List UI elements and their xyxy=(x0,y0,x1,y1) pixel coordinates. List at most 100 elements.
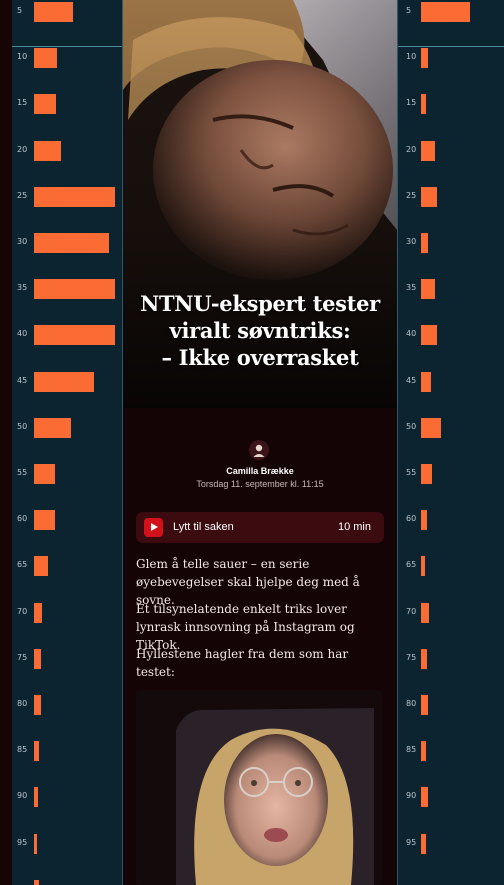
bar-label: 45 xyxy=(406,375,417,385)
bar-label: 15 xyxy=(17,98,28,108)
bar-row: 75 xyxy=(398,648,504,669)
bar-row: 60 xyxy=(12,510,122,531)
bar xyxy=(34,94,56,115)
bar-label: 85 xyxy=(17,745,28,755)
bar-label: 45 xyxy=(17,375,28,385)
bar xyxy=(34,510,55,531)
bar xyxy=(421,140,435,161)
bar-label: 40 xyxy=(17,329,28,339)
bar-row: 80 xyxy=(398,695,504,715)
bar-row: 50 xyxy=(398,417,504,438)
bar-label: 20 xyxy=(406,144,417,154)
bar-label: 60 xyxy=(17,514,28,524)
bar-label: 20 xyxy=(17,144,28,154)
bar-label: 30 xyxy=(406,237,417,246)
bar-row: 45 xyxy=(12,371,122,392)
bar xyxy=(421,371,431,392)
bar-label: 75 xyxy=(17,652,28,662)
bar-row: 15 xyxy=(398,94,504,115)
bar xyxy=(421,186,437,207)
bar-row: 20 xyxy=(12,140,122,161)
bar-label: 35 xyxy=(17,283,28,293)
bar-row: 5 xyxy=(12,2,122,22)
bar xyxy=(421,833,426,854)
bar-label: 5 xyxy=(406,6,412,15)
left-bar-panel: 5 10 15 20 25 30 35 40 45 50 55 60 65 70 75 80 85 90 95 100 xyxy=(12,0,123,885)
article-headline[interactable]: NTNU-ekspert tester viralt søvntriks: – … xyxy=(131,290,389,371)
bar-row: 25 xyxy=(12,186,122,207)
bar-label: 80 xyxy=(406,699,417,708)
bar xyxy=(421,464,432,484)
bar-row: 30 xyxy=(12,233,122,253)
bar-row: 60 xyxy=(398,510,504,531)
bar xyxy=(34,695,41,715)
bar-label: 35 xyxy=(406,283,417,293)
bar-label: 65 xyxy=(406,560,417,570)
bar xyxy=(34,2,73,22)
bar-row: 50 xyxy=(12,417,122,438)
bar xyxy=(34,279,115,300)
listen-label: Lytt til saken xyxy=(173,521,234,533)
bar-row: 40 xyxy=(12,325,122,346)
bar-label: 30 xyxy=(17,237,28,246)
bar-label: 5 xyxy=(17,6,23,15)
play-icon xyxy=(144,518,163,537)
bar xyxy=(34,741,39,762)
bar-label: 95 xyxy=(406,837,417,847)
bar-label: 90 xyxy=(406,791,417,801)
bar-label: 40 xyxy=(406,329,417,339)
bar-label: 50 xyxy=(17,421,28,431)
panel-divider-line xyxy=(398,46,504,47)
bar-label: 90 xyxy=(17,791,28,801)
bar-label: 70 xyxy=(17,606,28,616)
bar-label: 75 xyxy=(406,652,417,662)
bar xyxy=(34,833,37,854)
bar-label: 25 xyxy=(17,190,28,200)
bar xyxy=(421,279,435,300)
bar xyxy=(34,48,57,69)
bar-label: 10 xyxy=(17,52,28,62)
bar-row: 45 xyxy=(398,371,504,392)
bar-row: 75 xyxy=(12,648,122,669)
bar xyxy=(34,417,71,438)
bar-row: 30 xyxy=(398,233,504,253)
avatar-icon xyxy=(249,440,269,460)
bar-label: 70 xyxy=(406,606,417,616)
bar-row: 5 xyxy=(398,2,504,22)
author-avatar[interactable] xyxy=(249,440,269,460)
bar-row: 65 xyxy=(398,556,504,577)
bar-row: 10 xyxy=(398,48,504,69)
bar-row: 25 xyxy=(398,186,504,207)
bar-row: 85 xyxy=(12,741,122,762)
headline-line: NTNU-ekspert tester xyxy=(140,291,380,316)
author-name[interactable]: Camilla Brække xyxy=(123,466,397,476)
bar xyxy=(421,325,437,346)
bar-label: 10 xyxy=(406,52,417,62)
bar xyxy=(421,648,427,669)
bar xyxy=(34,233,109,253)
woman-video-frame xyxy=(136,690,382,885)
bar-row: 35 xyxy=(12,279,122,300)
bar xyxy=(421,2,470,22)
publish-date: Torsdag 11. september kl. 11:15 xyxy=(196,479,324,489)
bar-row: 70 xyxy=(12,602,122,623)
bar-row: 35 xyxy=(398,279,504,300)
bar-row: 15 xyxy=(12,94,122,115)
bar-row: 65 xyxy=(12,556,122,577)
listen-duration: 10 min xyxy=(337,521,371,533)
right-bar-panel: 5 10 15 20 25 30 35 40 45 50 55 60 65 70 75 80 85 90 95 xyxy=(397,0,504,885)
article-column: NTNU-ekspert tester viralt søvntriks: – … xyxy=(123,0,397,885)
bar-row: 20 xyxy=(398,140,504,161)
headline-line: viralt søvntriks: xyxy=(169,318,351,343)
bar-row: 10 xyxy=(12,48,122,69)
listen-button[interactable]: Lytt til saken 10 min xyxy=(136,512,384,543)
bar xyxy=(34,186,115,207)
bar-label: 50 xyxy=(406,421,417,431)
bar-row: 95 xyxy=(398,833,504,854)
bar-label: 60 xyxy=(406,514,417,524)
embedded-video[interactable] xyxy=(136,690,382,885)
hero-image[interactable]: NTNU-ekspert tester viralt søvntriks: – … xyxy=(123,0,397,408)
bar xyxy=(421,787,428,808)
bar-label: 25 xyxy=(406,190,417,200)
bar xyxy=(34,787,38,808)
